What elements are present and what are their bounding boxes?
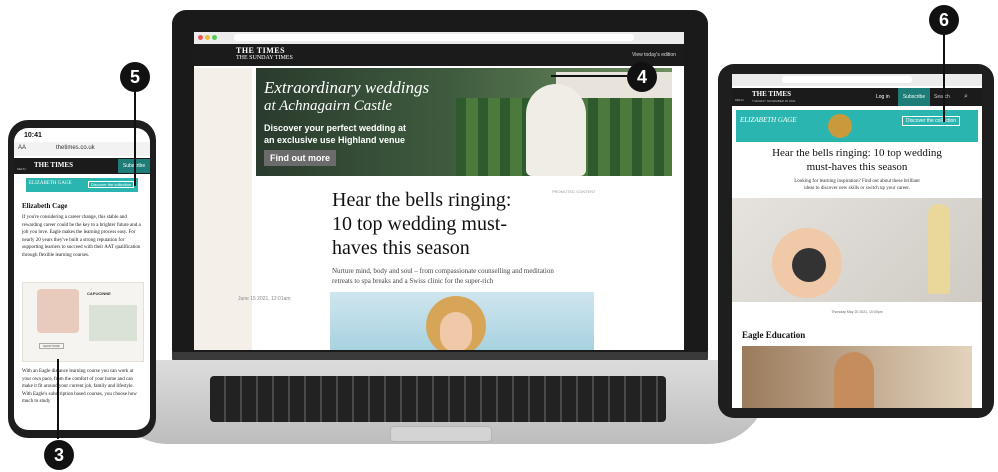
- tablet-elizabeth-gage-ad[interactable]: ELIZABETH GAGE Discover the collection: [736, 110, 978, 142]
- phone-ad-cta[interactable]: Discover the collection: [88, 181, 135, 188]
- ad-headline-1: Extraordinary weddings: [264, 78, 430, 97]
- article-title: Hear the bells ringing: 10 top wedding m…: [332, 188, 511, 260]
- tablet-standfirst-line-2: ideas to discover new skills or switch u…: [804, 186, 910, 191]
- tablet-hero-image: [732, 198, 982, 302]
- ad-subtext-2: an exclusive use Highland venue: [264, 135, 406, 145]
- marker-5-badge: 5: [120, 62, 150, 92]
- maximize-dot-icon[interactable]: [212, 35, 217, 40]
- tablet-ad-brand: ELIZABETH GAGE: [740, 116, 797, 124]
- article-standfirst: Nurture mind, body and soul – from compa…: [332, 266, 554, 286]
- article-hero-image: [330, 292, 594, 350]
- laptop-trackpad: [390, 426, 492, 442]
- article-title-line-3: haves this season: [332, 237, 470, 259]
- student-image: [834, 352, 874, 408]
- capucinne-brand: CAPUCINNE: [87, 291, 111, 296]
- search-icon[interactable]: ⌕: [964, 93, 968, 101]
- phone-paragraph-1: If you're considering a career change, t…: [22, 215, 141, 258]
- promoted-content-label: PROMOTED CONTENT: [552, 189, 596, 194]
- shop-now-button[interactable]: SHOP NOW: [39, 343, 64, 349]
- tablet-article-title: Hear the bells ringing: 10 top wedding m…: [732, 146, 982, 174]
- marker-5-line: [134, 86, 136, 186]
- wedding-ad-banner[interactable]: Extraordinary weddings at Achnagairn Cas…: [256, 68, 672, 176]
- phone-site-header: MENU THE TIMES Subscribe: [14, 158, 150, 174]
- tablet-address-bar[interactable]: [782, 76, 912, 83]
- marker-6-badge: 6: [929, 5, 959, 35]
- phone-url[interactable]: thetimes.co.uk: [56, 145, 95, 151]
- tablet-section-heading: Eagle Education: [742, 330, 806, 340]
- marker-3-badge: 3: [44, 440, 74, 470]
- ring-image: [828, 114, 852, 138]
- laptop-keyboard: [210, 376, 666, 422]
- tablet-masthead-date: TUESDAY NOVEMBER 30 2021: [752, 99, 796, 103]
- article-title-line-1: Hear the bells ringing:: [332, 189, 512, 211]
- tablet-screen: MENU THE TIMES TUESDAY NOVEMBER 30 2021 …: [732, 74, 982, 408]
- site-header: THE TIMES THE SUNDAY TIMES View today's …: [194, 44, 684, 66]
- marker-4-badge: 4: [627, 62, 657, 92]
- tablet-standfirst: Looking for learning inspiration? Find o…: [732, 178, 982, 192]
- close-dot-icon[interactable]: [198, 35, 203, 40]
- laptop-screen: THE TIMES THE SUNDAY TIMES View today's …: [194, 32, 684, 350]
- phone-screen: 10:41 AA thetimes.co.uk MENU THE TIMES S…: [14, 128, 150, 430]
- tablet-subscribe-button[interactable]: Subscribe: [898, 88, 930, 106]
- couple-image: [526, 84, 586, 176]
- phone-time: 10:41: [24, 132, 42, 139]
- view-edition-link[interactable]: View today's edition: [632, 52, 676, 58]
- caviar-tin-image: [792, 248, 826, 282]
- left-gutter: [194, 68, 252, 350]
- browser-toolbar: [194, 32, 684, 44]
- phone-menu-button[interactable]: MENU: [17, 167, 26, 171]
- phone-url-bar[interactable]: AA thetimes.co.uk: [14, 142, 150, 156]
- phone-elizabeth-gage-ad[interactable]: ELIZABETH GAGE Discover the collection: [26, 178, 138, 192]
- tablet-search-link[interactable]: Search: [934, 94, 950, 100]
- phone-capucinne-ad[interactable]: CAPUCINNE SHOP NOW: [22, 282, 144, 362]
- masthead-sunday-times[interactable]: THE SUNDAY TIMES: [236, 55, 293, 61]
- tablet-education-image: [742, 346, 972, 408]
- ad-find-out-more-button[interactable]: Find out more: [264, 150, 336, 166]
- tablet-title-line-1: Hear the bells ringing: 10 top wedding: [772, 147, 942, 159]
- tablet-login-link[interactable]: Log in: [876, 94, 890, 100]
- tablet-standfirst-line-1: Looking for learning inspiration? Find o…: [794, 179, 920, 184]
- article-date: June 15 2021, 12:01am: [238, 296, 291, 302]
- article-title-line-2: 10 top wedding must-: [332, 213, 507, 235]
- minimize-dot-icon[interactable]: [205, 35, 210, 40]
- marker-4-line: [551, 75, 627, 77]
- standfirst-line-1: Nurture mind, body and soul – from compa…: [332, 267, 554, 275]
- text-size-button[interactable]: AA: [18, 145, 26, 151]
- tablet-title-line-2: must-haves this season: [806, 161, 908, 173]
- tablet-menu-button[interactable]: MENU: [735, 98, 744, 102]
- tablet-article-date: Thursday May 20 2021, 10:00pm: [831, 310, 883, 314]
- address-bar[interactable]: [234, 34, 634, 41]
- phone-article-heading: Elizabeth Cage: [22, 202, 68, 210]
- marker-3-line: [57, 359, 59, 439]
- phone-masthead[interactable]: THE TIMES: [34, 161, 73, 169]
- marker-6-line: [943, 30, 945, 122]
- tablet-masthead[interactable]: THE TIMES: [752, 90, 791, 98]
- woman-face-image: [440, 312, 472, 350]
- phone-ad-brand: ELIZABETH GAGE: [29, 181, 72, 186]
- model-image: [37, 289, 79, 333]
- masthead-times[interactable]: THE TIMES: [236, 46, 285, 55]
- tablet-ad-cta[interactable]: Discover the collection: [902, 116, 961, 126]
- phone-paragraph-2: With an Eagle distance learning course y…: [22, 369, 137, 404]
- ad-subtext-1: Discover your perfect wedding at: [264, 123, 407, 133]
- jewelry-image: [89, 305, 137, 341]
- standfirst-line-2: retreats to spa breaks and a Swiss clini…: [332, 277, 494, 285]
- champagne-glass-image: [928, 204, 950, 294]
- ad-headline-2: at Achnagairn Castle: [264, 98, 393, 114]
